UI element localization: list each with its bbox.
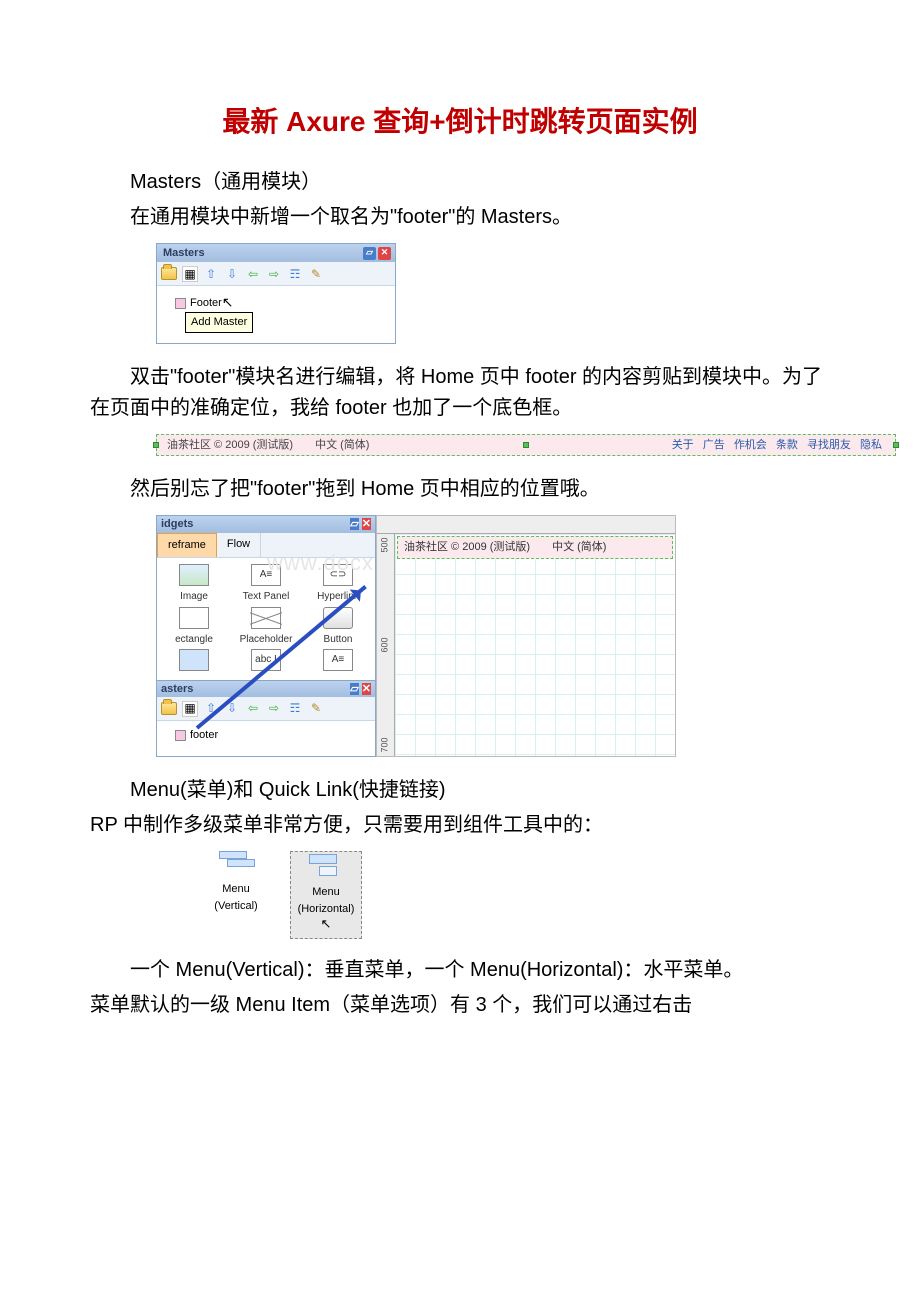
footer-link[interactable]: 隐私 [860, 439, 882, 451]
widget-label: ectangle [175, 632, 213, 648]
footer-link[interactable]: 广告 [703, 439, 725, 451]
para-masters-heading: Masters（通用模块） [90, 167, 830, 198]
widget-text-panel[interactable]: A≡Text Panel [231, 564, 301, 605]
search-icon[interactable]: ☶ [287, 266, 303, 282]
menu-vertical-icon [219, 851, 253, 877]
arrow-right-icon[interactable]: ⇨ [266, 266, 282, 282]
widget-rectangle[interactable]: ectangle [159, 607, 229, 648]
widgets-title: idgets [161, 516, 193, 533]
arrow-up-icon[interactable]: ⇧ [203, 266, 219, 282]
para-edit-footer: 双击"footer"模块名进行编辑，将 Home 页中 footer 的内容剪贴… [90, 362, 830, 424]
widget-label: Text Panel [243, 589, 290, 605]
para-menu-intro: RP 中制作多级菜单非常方便，只需要用到组件工具中的： [90, 810, 830, 841]
widgets-titlebar: idgets ▱ ✕ [157, 516, 375, 533]
tab-flow[interactable]: Flow [217, 533, 261, 557]
cursor-icon: ↖ [222, 292, 234, 314]
widget-menu-horizontal[interactable]: Menu (Horizontal) ↖ [290, 851, 362, 939]
widget-label: Placeholder [240, 632, 293, 648]
footer-link[interactable]: 关于 [672, 439, 694, 451]
master-item-label: Footer [190, 295, 222, 312]
tab-wireframe[interactable]: reframe [157, 533, 217, 557]
para-add-master: 在通用模块中新增一个取名为"footer"的 Masters。 [90, 202, 830, 233]
footer-strip: 油茶社区 © 2009 (测试版) 中文 (简体) 关于 广告 作机会 条款 寻… [156, 434, 896, 456]
figure-widgets-canvas: www.docx.com idgets ▱ ✕ reframe Flow Ima… [156, 515, 830, 757]
footer-link[interactable]: 寻找朋友 [807, 439, 851, 451]
masters-subpanel-title: asters [161, 681, 193, 698]
add-master-icon[interactable]: ▦ [182, 266, 198, 282]
menu-horizontal-icon [309, 854, 343, 880]
masters-subpanel-titlebar: asters ▱ ✕ [157, 680, 375, 697]
widget-menu-vertical[interactable]: Menu (Vertical) [200, 851, 272, 939]
widget-label: Menu (Vertical) [214, 881, 257, 915]
doc-title: 最新 Axure 查询+倒计时跳转页面实例 [90, 100, 830, 143]
ruler-vertical: 500 600 700 [377, 534, 395, 756]
canvas-footer-instance[interactable]: 油茶社区 © 2009 (测试版) 中文 (简体) [397, 536, 673, 559]
widgets-panel: www.docx.com idgets ▱ ✕ reframe Flow Ima… [156, 515, 376, 757]
folder-icon[interactable] [161, 266, 177, 282]
footer-link[interactable]: 作机会 [734, 439, 767, 451]
para-drag-footer: 然后别忘了把"footer"拖到 Home 页中相应的位置哦。 [90, 474, 830, 505]
masters-panel-title: Masters [163, 245, 205, 262]
ruler-horizontal [377, 516, 675, 534]
restore-icon[interactable]: ▱ [350, 683, 358, 695]
ruler-tick: 600 [379, 638, 393, 653]
masters-panel: Masters ▱ ✕ ▦ ⇧ ⇩ ⇦ ⇨ ☶ ✎ Footer ↖ Add M… [156, 243, 396, 344]
figure-masters-panel: Masters ▱ ✕ ▦ ⇧ ⇩ ⇦ ⇨ ☶ ✎ Footer ↖ Add M… [156, 243, 830, 344]
masters-tree: Footer ↖ Add Master [157, 286, 395, 343]
handle-mid-icon[interactable] [523, 442, 529, 448]
folder-icon[interactable] [161, 701, 177, 717]
footer-link[interactable]: 条款 [776, 439, 798, 451]
restore-icon[interactable]: ▱ [350, 518, 358, 530]
widgets-tabs: reframe Flow [157, 533, 375, 558]
masters-sub-toolbar: ▦ ⇧ ⇩ ⇦ ⇨ ☶ ✎ [157, 697, 375, 721]
widget-placeholder[interactable]: Placeholder [231, 607, 301, 648]
close-icon[interactable]: ✕ [362, 518, 371, 530]
master-item-label: footer [190, 727, 218, 744]
arrow-down-icon[interactable]: ⇩ [224, 266, 240, 282]
masters-sub-tree: footer [157, 721, 375, 754]
para-menu-items: 菜单默认的一级 Menu Item（菜单选项）有 3 个，我们可以通过右击 [90, 990, 830, 1021]
canvas-area[interactable]: 500 600 700 油茶社区 © 2009 (测试版) 中文 (简体) [376, 515, 676, 757]
add-master-icon[interactable]: ▦ [182, 701, 198, 717]
master-item-footer[interactable]: footer [175, 727, 371, 744]
ruler-tick: 700 [379, 738, 393, 753]
canvas-grid: 油茶社区 © 2009 (测试版) 中文 (简体) [395, 534, 675, 756]
arrow-left-icon[interactable]: ⇦ [245, 266, 261, 282]
figure-footer-strip: 油茶社区 © 2009 (测试版) 中文 (简体) 关于 广告 作机会 条款 寻… [156, 434, 830, 456]
para-menu-heading: Menu(菜单)和 Quick Link(快捷链接) [90, 775, 830, 806]
master-icon [175, 298, 186, 309]
close-icon[interactable]: ✕ [362, 683, 371, 695]
widget-label: Image [180, 589, 208, 605]
arrow-right-icon[interactable]: ⇨ [266, 701, 282, 717]
para-menu-desc: 一个 Menu(Vertical)：垂直菜单，一个 Menu(Horizonta… [90, 955, 830, 986]
handle-left-icon[interactable] [153, 442, 159, 448]
master-item-footer[interactable]: Footer ↖ [175, 292, 391, 314]
masters-toolbar: ▦ ⇧ ⇩ ⇦ ⇨ ☶ ✎ [157, 262, 395, 286]
edit-icon[interactable]: ✎ [308, 266, 324, 282]
widgets-grid: Image A≡Text Panel ⊂⊃Hyperlink ectangle … [157, 558, 375, 680]
master-icon [175, 730, 186, 741]
widget-table[interactable] [159, 649, 229, 674]
search-icon[interactable]: ☶ [287, 701, 303, 717]
close-icon[interactable]: ✕ [378, 247, 391, 260]
arrow-left-icon[interactable]: ⇦ [245, 701, 261, 717]
cursor-icon: ↖ [321, 914, 332, 934]
footer-links: 关于 广告 作机会 条款 寻找朋友 隐私 [669, 437, 885, 454]
ruler-tick: 500 [379, 538, 393, 553]
edit-icon[interactable]: ✎ [308, 701, 324, 717]
widget-textarea[interactable]: A≡ [303, 649, 373, 674]
masters-panel-titlebar: Masters ▱ ✕ [157, 244, 395, 262]
widget-image[interactable]: Image [159, 564, 229, 605]
handle-right-icon[interactable] [893, 442, 899, 448]
widget-label: Button [324, 632, 353, 648]
tooltip-add-master: Add Master [185, 312, 253, 333]
figure-menu-widgets: Menu (Vertical) Menu (Horizontal) ↖ [200, 851, 830, 939]
restore-icon[interactable]: ▱ [363, 247, 376, 260]
footer-strip-text: 油茶社区 © 2009 (测试版) 中文 (简体) [167, 437, 369, 454]
widget-label: Menu (Horizontal) [298, 884, 355, 918]
